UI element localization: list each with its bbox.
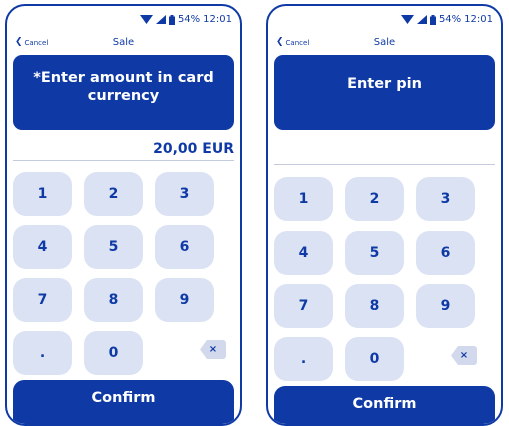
page-title: Sale	[112, 37, 135, 48]
phone-screen-amount: 54% 12:01 ❮ Cancel Sale *Enter amount in…	[5, 4, 242, 426]
key-0[interactable]: 0	[84, 331, 143, 375]
battery-percent: 54%	[438, 14, 462, 25]
key-7[interactable]: 7	[274, 284, 333, 328]
status-bar: 54% 12:01	[400, 14, 493, 25]
signal-icon	[416, 15, 427, 24]
clock: 12:01	[203, 14, 232, 25]
key-6[interactable]: 6	[416, 231, 475, 275]
key-1[interactable]: 1	[13, 172, 72, 216]
clock: 12:01	[464, 14, 493, 25]
key-6[interactable]: 6	[155, 225, 214, 269]
battery-percent: 54%	[177, 14, 201, 25]
key-8[interactable]: 8	[84, 278, 143, 322]
key-2[interactable]: 2	[84, 172, 143, 216]
key-5[interactable]: 5	[345, 231, 404, 275]
backspace-icon[interactable]: ×	[451, 346, 477, 365]
amount-display: 20,00 EUR	[153, 141, 234, 157]
key-5[interactable]: 5	[84, 225, 143, 269]
key-7[interactable]: 7	[13, 278, 72, 322]
key-8[interactable]: 8	[345, 284, 404, 328]
wifi-icon	[400, 15, 414, 24]
key-9[interactable]: 9	[155, 278, 214, 322]
key-4[interactable]: 4	[13, 225, 72, 269]
key-3[interactable]: 3	[155, 172, 214, 216]
prompt-banner: Enter pin	[274, 55, 495, 130]
battery-icon	[429, 14, 436, 25]
key-2[interactable]: 2	[345, 177, 404, 221]
wifi-icon	[139, 15, 153, 24]
key-1[interactable]: 1	[274, 177, 333, 221]
key-3[interactable]: 3	[416, 177, 475, 221]
key-decimal[interactable]: .	[13, 331, 72, 375]
confirm-button[interactable]: Confirm	[274, 386, 495, 424]
key-4[interactable]: 4	[274, 231, 333, 275]
nav-bar: ❮ Cancel Sale	[7, 36, 240, 54]
prompt-banner: *Enter amount in card currency	[13, 55, 234, 130]
page-title: Sale	[373, 37, 396, 48]
confirm-button[interactable]: Confirm	[13, 380, 234, 424]
signal-icon	[155, 15, 166, 24]
divider	[13, 160, 234, 161]
key-decimal[interactable]: .	[274, 337, 333, 381]
backspace-icon[interactable]: ×	[200, 340, 226, 359]
key-9[interactable]: 9	[416, 284, 475, 328]
phone-screen-pin: 54% 12:01 ❮ Cancel Sale Enter pin 1 2 3 …	[266, 4, 503, 426]
nav-bar: ❮ Cancel Sale	[268, 36, 501, 54]
battery-icon	[168, 14, 175, 25]
key-0[interactable]: 0	[345, 337, 404, 381]
divider	[274, 164, 495, 165]
status-bar: 54% 12:01	[139, 14, 232, 25]
